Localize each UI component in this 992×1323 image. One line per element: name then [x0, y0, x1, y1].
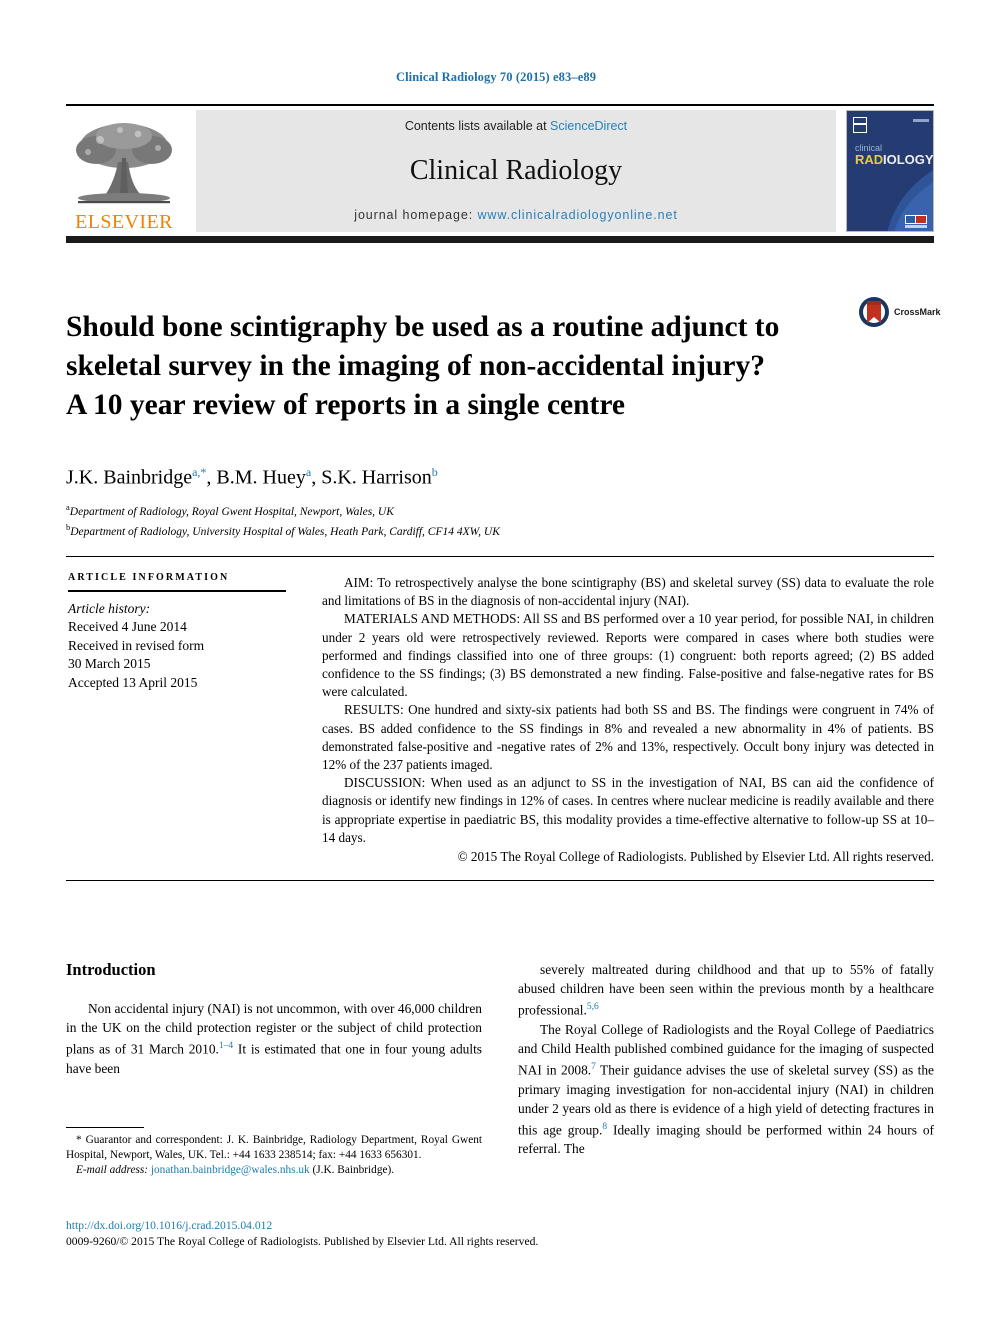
abstract-aim: AIM: To retrospectively analyse the bone… [322, 575, 934, 609]
masthead-banner: Contents lists available at ScienceDirec… [196, 110, 836, 232]
abstract-copyright: © 2015 The Royal College of Radiologists… [457, 849, 934, 865]
article-history-revised-date: 30 March 2015 [68, 656, 151, 671]
page-title: Should bone scintigraphy be used as a ro… [66, 310, 780, 421]
journal-homepage-line: journal homepage: www.clinicalradiologyo… [354, 208, 677, 222]
journal-homepage-label: journal homepage: [354, 208, 478, 222]
article-history-accepted: Accepted 13 April 2015 [68, 674, 198, 690]
affiliation-a: aDepartment of Radiology, Royal Gwent Ho… [66, 500, 926, 520]
journal-article-page: Clinical Radiology 70 (2015) e83–e89 ELS… [0, 0, 992, 1323]
journal-homepage-link[interactable]: www.clinicalradiologyonline.net [478, 208, 678, 222]
sciencedirect-link[interactable]: ScienceDirect [550, 119, 627, 133]
svg-text:IOLOGY: IOLOGY [883, 152, 934, 167]
article-history: Article history: Received 4 June 2014 Re… [68, 600, 286, 693]
author-2-marks: a [305, 465, 312, 479]
crossmark-label: CrossMark [894, 307, 941, 317]
article-information-block: ARTICLE INFORMATION Article history: Rec… [68, 572, 286, 692]
article-history-received: Received 4 June 2014 [68, 619, 187, 634]
masthead-top-rule [66, 104, 934, 106]
citation-ref-1-4[interactable]: 1–4 [219, 1041, 233, 1051]
article-information-rule [68, 590, 286, 592]
abstract-discussion: DISCUSSION: When used as an adjunct to S… [322, 775, 934, 845]
abstract-bottom-rule [66, 880, 934, 881]
footnote-email-link[interactable]: jonathan.bainbridge@wales.nhs.uk [151, 1164, 310, 1176]
affiliation-b-text: Department of Radiology, University Hosp… [70, 526, 500, 539]
affiliation-b: bDepartment of Radiology, University Hos… [66, 520, 926, 540]
issn-copyright-line: 0009-9260/© 2015 The Royal College of Ra… [66, 1234, 539, 1248]
contents-lists-prefix: Contents lists available at [404, 119, 551, 133]
article-information-heading: ARTICLE INFORMATION [68, 572, 230, 583]
author-list: J.K. Bainbridgea,*, B.M. Hueya, S.K. Har… [66, 465, 438, 489]
footnote-email-suffix: (J.K. Bainbridge). [309, 1164, 395, 1177]
title-block-rule [66, 556, 934, 557]
body-column-right: severely maltreated during childhood and… [518, 960, 934, 1158]
running-head: Clinical Radiology 70 (2015) e83–e89 [395, 70, 597, 84]
author-1-marks: a,* [192, 465, 207, 479]
svg-text:RAD: RAD [855, 152, 883, 167]
elsevier-wordmark: ELSEVIER [75, 211, 173, 233]
citation-ref-5-6[interactable]: 5,6 [587, 1002, 599, 1012]
footnote-email-label: E-mail address: [76, 1164, 151, 1177]
article-history-label: Article history: [68, 600, 151, 616]
footnote-email: E-mail address: jonathan.bainbridge@wale… [66, 1163, 482, 1178]
abstract: AIM: To retrospectively analyse the bone… [322, 574, 934, 866]
masthead-bottom-rule [66, 236, 934, 243]
journal-cover-thumbnail: clinical RAD IOLOGY [846, 110, 934, 232]
article-history-revised-label: Received in revised form [68, 637, 205, 653]
elsevier-logo: ELSEVIER [66, 110, 182, 232]
affiliation-list: aDepartment of Radiology, Royal Gwent Ho… [66, 500, 926, 541]
author-2-name: B.M. Huey [216, 466, 306, 489]
body-column-left: Introduction Non accidental injury (NAI)… [66, 960, 482, 1078]
doi-link[interactable]: http://dx.doi.org/10.1016/j.crad.2015.04… [66, 1218, 626, 1234]
footnotes: * Guarantor and correspondent: J. K. Bai… [66, 1133, 482, 1179]
crossmark-icon [859, 297, 889, 327]
intro-paragraph-2: The Royal College of Radiologists and th… [518, 1020, 934, 1159]
author-1-name: J.K. Bainbridge [66, 466, 193, 489]
author-3-marks: b [431, 465, 438, 479]
contents-lists-line: Contents lists available at ScienceDirec… [405, 119, 627, 133]
abstract-results: RESULTS: One hundred and sixty-six patie… [322, 702, 934, 773]
intro-paragraph-1: Non accidental injury (NAI) is not uncom… [66, 999, 482, 1078]
intro-paragraph-1-cont-text: severely maltreated during childhood and… [518, 962, 934, 1018]
footnote-rule [66, 1127, 144, 1128]
footnote-correspondence: * Guarantor and correspondent: J. K. Bai… [66, 1134, 482, 1162]
section-heading-introduction: Introduction [66, 960, 156, 979]
elsevier-tree-icon [76, 123, 172, 204]
journal-title: Clinical Radiology [409, 154, 623, 186]
affiliation-a-text: Department of Radiology, Royal Gwent Hos… [69, 505, 394, 518]
author-3-name: S.K. Harrison [321, 466, 432, 489]
abstract-materials-methods: MATERIALS AND METHODS: All SS and BS per… [322, 611, 934, 700]
journal-cover-art: clinical RAD IOLOGY [847, 111, 934, 231]
intro-paragraph-1-cont: severely maltreated during childhood and… [518, 960, 934, 1020]
doi-block: http://dx.doi.org/10.1016/j.crad.2015.04… [66, 1218, 626, 1249]
crossmark-badge[interactable]: CrossMark [858, 292, 944, 332]
